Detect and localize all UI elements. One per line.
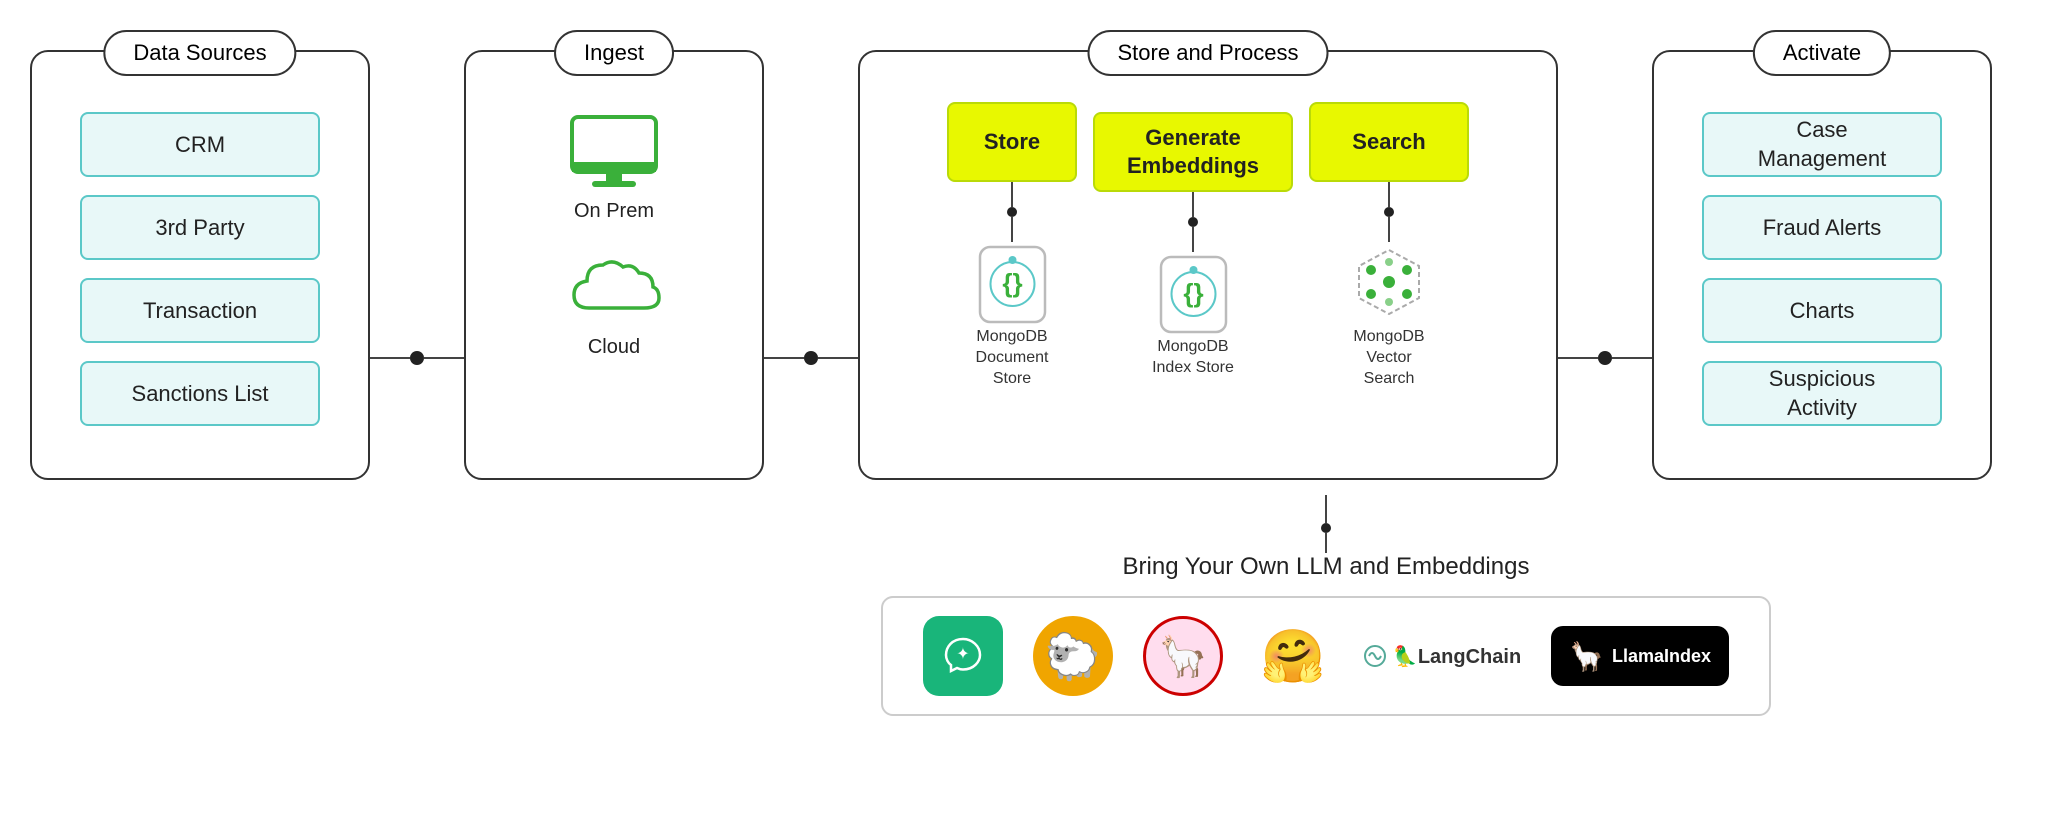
mongodb-vector-icon xyxy=(1349,242,1429,327)
cloud-icon xyxy=(559,253,669,328)
vert-line-4 xyxy=(1192,227,1194,252)
emoji-icon: 🤗 xyxy=(1253,616,1333,696)
svg-text:✦: ✦ xyxy=(956,646,969,663)
horiz-line-3 xyxy=(764,357,804,359)
onprem-label: On Prem xyxy=(574,200,654,223)
mongodb-doc-icon: {} xyxy=(975,242,1050,327)
logo-emoji: 🤗 xyxy=(1253,616,1333,696)
db-label-3: MongoDBVectorSearch xyxy=(1353,327,1424,389)
horiz-line-5 xyxy=(1558,357,1598,359)
chatgpt-icon: ✦ xyxy=(923,616,1003,696)
langchain-icon: 🦜LangChain xyxy=(1363,644,1521,669)
llm-logos-box: ✦ 🐑 🦙 🤗 xyxy=(881,596,1771,716)
connector-2 xyxy=(764,351,858,365)
cloud-label: Cloud xyxy=(588,336,640,359)
horiz-line-2 xyxy=(424,357,464,359)
store-top-row: Store {} MongoDBDocum xyxy=(947,102,1469,389)
vert-line-3 xyxy=(1192,192,1194,217)
embeddings-box: GenerateEmbeddings xyxy=(1093,112,1293,192)
db-label-2: MongoDBIndex Store xyxy=(1152,337,1234,379)
top-row: Data Sources CRM 3rd Party Transaction S… xyxy=(30,20,2022,480)
logo-langchain: 🦜LangChain xyxy=(1363,644,1521,669)
dot-2 xyxy=(1188,217,1198,227)
data-sources-title: Data Sources xyxy=(103,30,296,76)
svg-text:{}: {} xyxy=(1002,268,1022,298)
llama-icon: 🦙 xyxy=(1143,616,1223,696)
ingest-title: Ingest xyxy=(554,30,674,76)
data-sources-panel-wrapper: Data Sources CRM 3rd Party Transaction S… xyxy=(30,50,370,480)
logo-chatgpt: ✦ xyxy=(923,616,1003,696)
connector-3 xyxy=(1558,351,1652,365)
ingest-panel: Ingest xyxy=(464,50,764,480)
vert-line-6 xyxy=(1388,217,1390,242)
connector-dot-2 xyxy=(804,351,818,365)
bottom-section: Bring Your Own LLM and Embeddings ✦ 🐑 🦙 xyxy=(630,495,2022,716)
list-item: Charts xyxy=(1702,278,1942,343)
data-sources-list: CRM 3rd Party Transaction Sanctions List xyxy=(80,102,320,426)
svg-text:{}: {} xyxy=(1183,278,1203,308)
bottom-vert-line-2 xyxy=(1325,533,1327,553)
connector-dot-1 xyxy=(410,351,424,365)
mongodb-index-icon: {} xyxy=(1156,252,1231,337)
search-box: Search xyxy=(1309,102,1469,182)
ingest-content: On Prem Cloud xyxy=(486,102,742,359)
store-col-2: GenerateEmbeddings {} MongoDBIndex Store xyxy=(1093,112,1293,379)
ingest-item-onprem: On Prem xyxy=(564,112,664,223)
vert-line-5 xyxy=(1388,182,1390,207)
logo-sheep: 🐑 xyxy=(1033,616,1113,696)
horiz-line-6 xyxy=(1612,357,1652,359)
data-sources-panel: Data Sources CRM 3rd Party Transaction S… xyxy=(30,50,370,480)
list-item: SuspiciousActivity xyxy=(1702,361,1942,426)
list-item: 3rd Party xyxy=(80,195,320,260)
bottom-dot xyxy=(1321,523,1331,533)
ingest-panel-wrapper: Ingest xyxy=(464,50,764,480)
ingest-item-cloud: Cloud xyxy=(559,253,669,359)
horiz-line-1 xyxy=(370,357,410,359)
store-process-panel: Store and Process Store xyxy=(858,50,1558,480)
store-box: Store xyxy=(947,102,1077,182)
diagram-container: Data Sources CRM 3rd Party Transaction S… xyxy=(0,0,2052,828)
store-col-3: Search xyxy=(1309,102,1469,389)
store-process-title: Store and Process xyxy=(1088,30,1329,76)
vert-line-2 xyxy=(1011,217,1013,242)
dot-3 xyxy=(1384,207,1394,217)
llamaindex-icon: 🦙 LlamaIndex xyxy=(1551,626,1729,686)
store-col-1: Store {} MongoDBDocum xyxy=(947,102,1077,389)
logo-llama: 🦙 xyxy=(1143,616,1223,696)
list-item: Fraud Alerts xyxy=(1702,195,1942,260)
sheep-icon: 🐑 xyxy=(1033,616,1113,696)
store-process-panel-wrapper: Store and Process Store xyxy=(858,50,1558,480)
horiz-line-4 xyxy=(818,357,858,359)
monitor-icon xyxy=(564,112,664,192)
langchain-text: 🦜LangChain xyxy=(1393,644,1521,669)
list-item: CaseManagement xyxy=(1702,112,1942,177)
activate-title: Activate xyxy=(1753,30,1891,76)
bring-llm-title: Bring Your Own LLM and Embeddings xyxy=(1123,553,1530,581)
activate-panel-wrapper: Activate CaseManagement Fraud Alerts Cha… xyxy=(1652,50,1992,480)
connector-1 xyxy=(370,351,464,365)
dot-1 xyxy=(1007,207,1017,217)
bottom-vert-line xyxy=(1325,495,1327,523)
activate-panel: Activate CaseManagement Fraud Alerts Cha… xyxy=(1652,50,1992,480)
activate-list: CaseManagement Fraud Alerts Charts Suspi… xyxy=(1702,102,1942,426)
db-label-1: MongoDBDocumentStore xyxy=(976,327,1049,389)
list-item: Sanctions List xyxy=(80,361,320,426)
vert-line-1 xyxy=(1011,182,1013,207)
list-item: Transaction xyxy=(80,278,320,343)
connector-dot-3 xyxy=(1598,351,1612,365)
logo-llamaindex: 🦙 LlamaIndex xyxy=(1551,626,1729,686)
list-item: CRM xyxy=(80,112,320,177)
